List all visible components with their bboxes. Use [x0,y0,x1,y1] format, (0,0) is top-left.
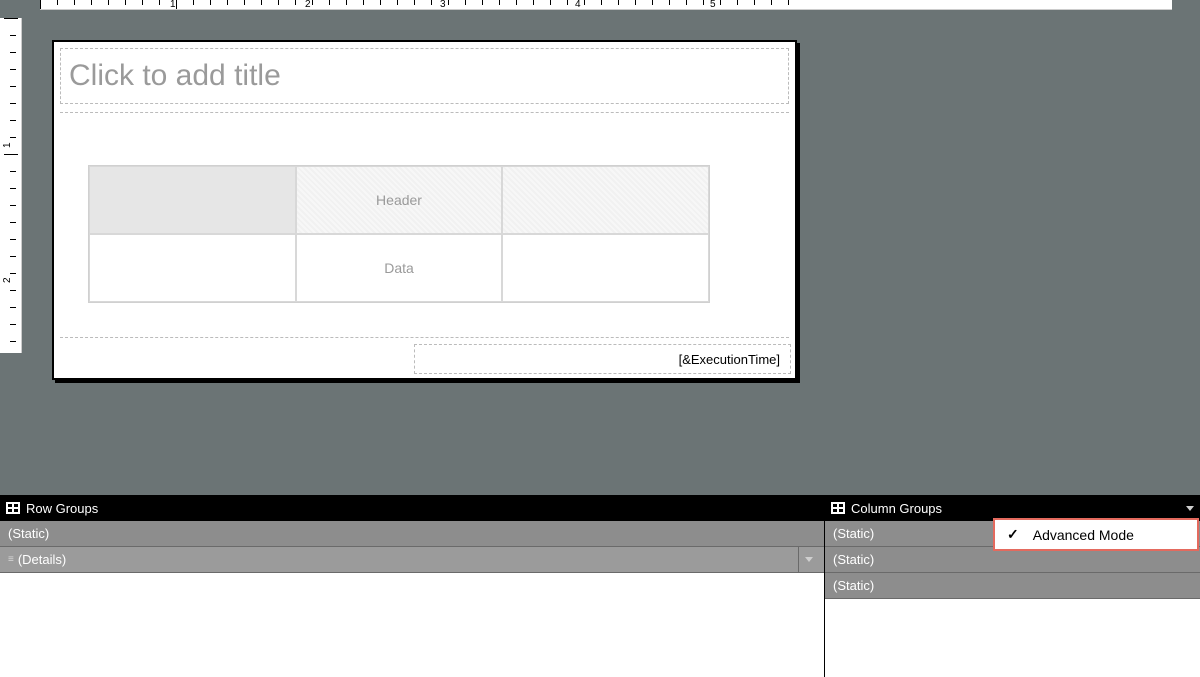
report-page[interactable]: Click to add title Header Data [&Executi… [52,40,797,380]
group-item-label: (Static) [833,578,874,593]
row-groups-title: Row Groups [26,501,98,516]
tablix-cell[interactable] [502,234,709,302]
grouping-pane-menu[interactable]: ✓ Advanced Mode [993,518,1199,551]
column-groups-title: Column Groups [851,501,942,516]
design-canvas[interactable]: Click to add title Header Data [&Executi… [40,18,1200,495]
row-groups-header[interactable]: Row Groups [0,495,824,521]
row-groups-column: Row Groups (Static) ≡ (Details) [0,495,825,677]
row-group-item[interactable]: (Static) [0,521,824,547]
check-icon: ✓ [1007,526,1019,543]
ruler-label: 2 [2,277,13,283]
menu-item-advanced-mode[interactable]: Advanced Mode [1033,527,1134,543]
ruler-label: 4 [575,0,581,10]
tablix-cell[interactable] [502,166,709,234]
tablix-cell[interactable] [89,166,296,234]
report-footer[interactable]: [&ExecutionTime] [414,344,791,374]
tablix-cell[interactable]: Data [296,234,503,302]
group-item-label: (Static) [8,526,49,541]
column-groups-menu-button[interactable] [1186,506,1194,511]
tablix-cell[interactable] [89,234,296,302]
column-group-item[interactable]: (Static) [825,573,1200,599]
ruler-vertical-wrap: 1 2 [0,18,22,353]
group-item-dropdown[interactable] [798,547,818,572]
footer-expression: [&ExecutionTime] [679,352,780,367]
ruler-end [1172,0,1200,10]
ruler-label: 3 [440,0,446,10]
ruler-label: 1 [170,0,176,10]
report-body[interactable]: Header Data [60,112,789,338]
group-item-label: (Static) [833,552,874,567]
group-item-label: (Static) [833,526,874,541]
row-groups-list: (Static) ≡ (Details) [0,521,824,677]
title-placeholder-text: Click to add title [69,59,281,93]
chevron-down-icon [805,557,813,562]
cell-text: Data [384,260,414,276]
ruler-label: 1 [2,142,13,148]
row-group-item[interactable]: ≡ (Details) [0,547,824,573]
cell-text: Header [376,192,422,208]
tablix-data-row[interactable]: Data [89,234,709,302]
tablix[interactable]: Header Data [88,165,710,303]
tablix-cell[interactable]: Header [296,166,503,234]
ruler-label: 5 [710,0,716,10]
group-item-label: (Details) [18,552,66,567]
ruler-label: 2 [305,0,311,10]
grid-icon [6,502,20,514]
ruler-vertical: 1 2 [0,18,22,353]
details-icon: ≡ [8,554,12,565]
tablix-header-row[interactable]: Header [89,166,709,234]
report-title-placeholder[interactable]: Click to add title [60,48,789,104]
grid-icon [831,502,845,514]
ruler-horizontal: 1 2 3 4 5 [40,0,1200,10]
